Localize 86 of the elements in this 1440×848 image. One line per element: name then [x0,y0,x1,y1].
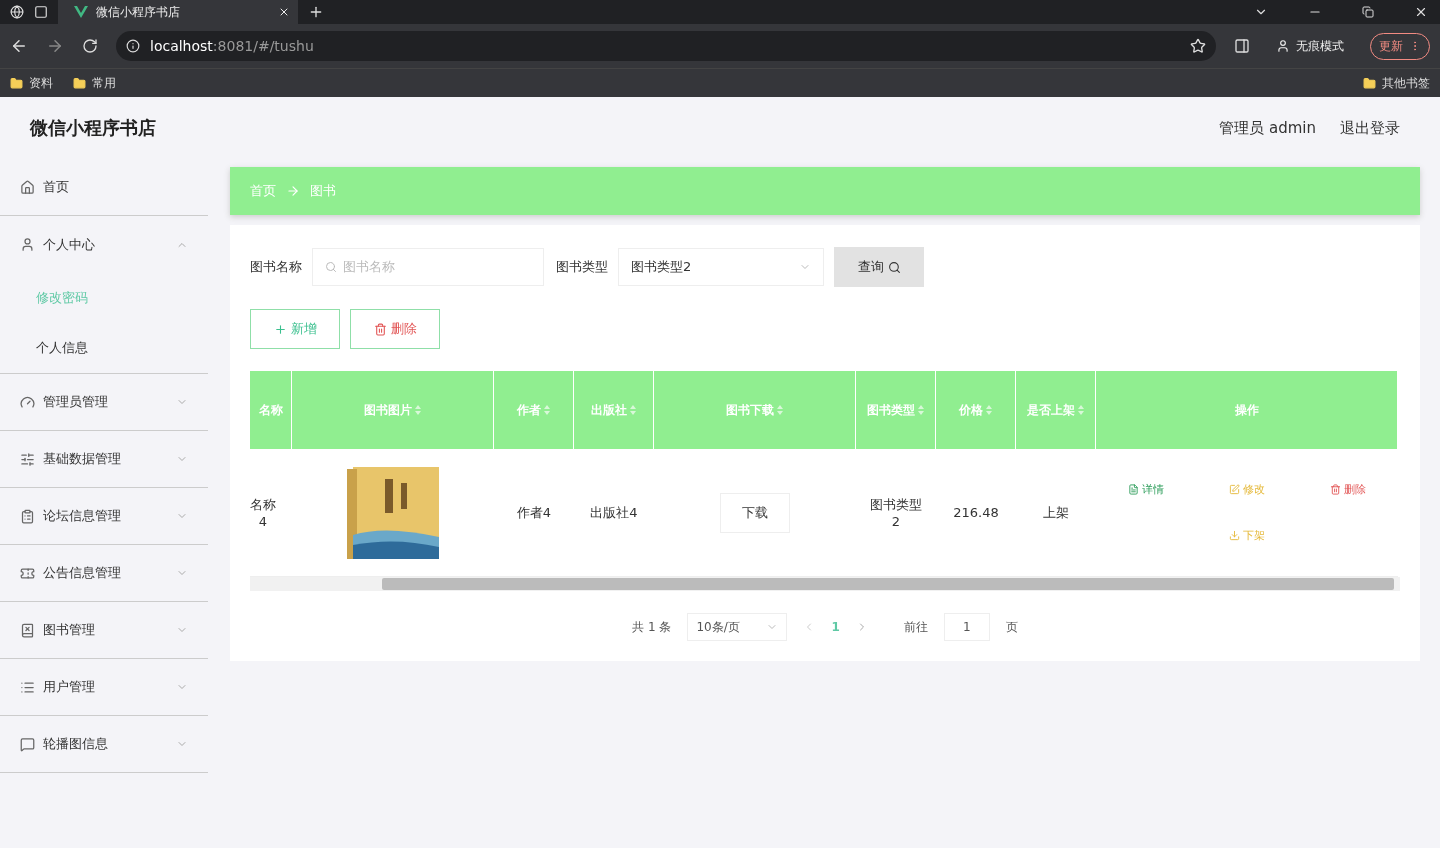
edit-icon [1229,483,1240,495]
new-tab-icon[interactable] [308,4,324,20]
trash-icon [373,322,387,336]
sidebar-subitem[interactable]: 个人信息 [0,323,208,373]
field-label: 图书类型 [556,258,608,276]
ticket-icon [20,565,35,581]
page-unit-label: 页 [1005,618,1018,636]
sidebar-label: 图书管理 [43,621,96,639]
sidebar-label: 论坛信息管理 [43,507,122,525]
sidebar-item[interactable]: 论坛信息管理 [0,488,208,545]
field-label: 图书名称 [250,258,302,276]
message-icon [20,736,35,752]
sidebar-label: 管理员管理 [43,393,109,411]
column-header: 操作 [1096,371,1398,449]
download-icon [1229,529,1240,541]
plus-icon [273,322,287,336]
search-icon [887,260,901,274]
sidebar-label: 用户管理 [43,678,96,696]
search-button[interactable]: 查询 [834,247,924,287]
horizontal-scrollbar[interactable] [250,577,1400,591]
sidebar-item[interactable]: 管理员管理 [0,374,208,431]
clipboard-icon [20,508,35,524]
sidebar-label: 首页 [43,178,70,196]
select-field[interactable]: 图书类型2 [618,248,824,286]
list-icon [20,679,35,695]
window-icon [34,5,48,19]
address-bar[interactable]: localhost:8081/#/tushu [116,31,1216,61]
url-text: localhost:8081/#/tushu [150,38,314,54]
tab-title: 微信小程序书店 [96,3,181,21]
folder-icon [1363,76,1376,90]
sidebar-item[interactable]: 个人中心 [0,216,208,273]
column-header: 图书图片 [292,371,494,449]
sidebar-label: 基础数据管理 [43,450,122,468]
sidebar-item[interactable]: 轮播图信息 [0,716,208,773]
close-icon[interactable] [1414,5,1428,19]
page-size-select[interactable]: 10条/页 [687,613,788,641]
folder-icon [73,76,86,90]
sidebar-item[interactable]: 公告信息管理 [0,545,208,602]
logout-link[interactable]: 退出登录 [1340,118,1400,138]
user-link[interactable]: 管理员 admin [1219,118,1316,138]
info-icon [126,39,140,53]
page-input[interactable]: 1 [943,613,990,641]
bookmark[interactable]: 资料 [10,74,53,92]
sidebar-item[interactable]: 用户管理 [0,659,208,716]
column-header: 作者 [494,371,574,449]
incognito-badge[interactable]: 无痕模式 [1268,33,1352,59]
sidebar-item[interactable]: 图书管理 [0,602,208,659]
browser-tab[interactable]: 微信小程序书店 [58,0,298,24]
home-icon [20,179,35,195]
vue-icon [74,6,88,18]
bookmark[interactable]: 其他书签 [1363,74,1430,92]
column-header: 是否上架 [1016,371,1096,449]
action-link[interactable]: 详情 [1128,481,1165,497]
sidebar-item[interactable]: 首页 [0,159,208,216]
book-icon [20,622,35,638]
action-link[interactable]: 删除 [1329,481,1366,497]
star-icon[interactable] [1190,38,1206,54]
column-header: 价格 [936,371,1016,449]
sidebar-label: 轮播图信息 [43,735,109,753]
back-icon[interactable] [10,37,28,55]
sidebar-label: 公告信息管理 [43,564,122,582]
app-title: 微信小程序书店 [30,116,157,140]
reload-icon[interactable] [82,38,98,54]
column-header: 出版社 [574,371,654,449]
goto-label: 前往 [903,618,928,636]
trash-icon [1329,483,1341,495]
download-button[interactable]: 下载 [720,492,790,533]
folder-icon [10,76,23,90]
sidebar-label: 个人中心 [43,235,96,254]
column-header: 名称 [250,371,292,449]
globe-icon [10,5,24,19]
bookmark[interactable]: 常用 [73,74,116,92]
sliders-icon [20,451,35,467]
column-header: 图书下载 [654,371,856,449]
restore-icon[interactable] [1362,6,1374,18]
search-icon [325,261,337,273]
user-icon [20,237,35,252]
delete-button[interactable]: 删除 [350,309,440,349]
gauge-icon [20,394,35,410]
sidebar-item[interactable]: 基础数据管理 [0,431,208,488]
forward-icon[interactable] [46,37,64,55]
total-count: 共 1 条 [632,618,672,636]
column-header: 图书类型 [856,371,936,449]
document-icon [1128,483,1140,495]
side-panel-icon[interactable] [1234,38,1250,54]
close-icon[interactable] [278,6,290,18]
